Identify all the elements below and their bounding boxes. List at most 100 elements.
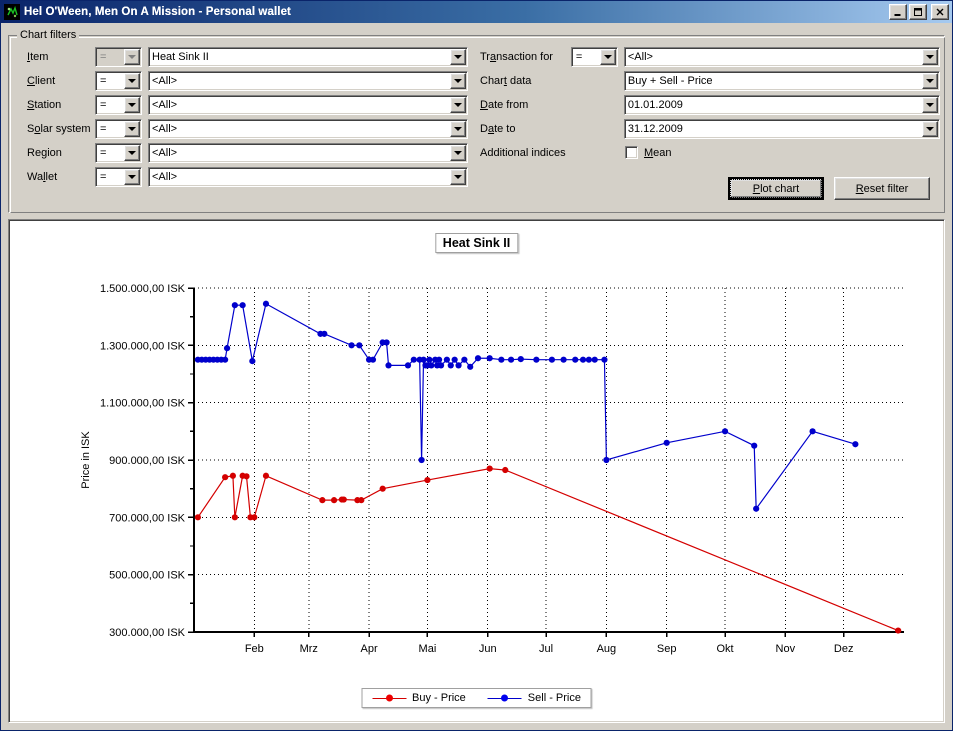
chevron-down-icon[interactable] (450, 48, 466, 65)
chart-filters-group: Chart filters Item = Heat Sink II Client… (8, 29, 945, 213)
svg-text:500.000,00 ISK: 500.000,00 ISK (109, 570, 186, 582)
chevron-down-icon[interactable] (450, 144, 466, 161)
maximize-button[interactable] (909, 4, 927, 20)
filter-row-solar-system: Solar system = <All> (27, 118, 468, 139)
svg-text:Nov: Nov (776, 643, 796, 655)
svg-text:900.000,00 ISK: 900.000,00 ISK (109, 455, 186, 467)
value-select-item[interactable]: Heat Sink II (148, 46, 468, 67)
app-icon (4, 4, 20, 20)
value-select-station[interactable]: <All> (148, 94, 468, 115)
operator-select-client[interactable]: = (95, 70, 142, 91)
plot-chart-button[interactable]: Plot chart (728, 177, 824, 200)
reset-filter-button[interactable]: Reset filter (834, 177, 930, 200)
operator-value-wallet: = (100, 170, 107, 183)
chart-panel: 300.000,00 ISK 500.000,00 ISK 700.000,00 I… (8, 219, 945, 723)
chevron-down-icon[interactable] (124, 168, 140, 185)
mean-checkbox-row[interactable]: Mean (625, 142, 672, 163)
filter-row-region: Region = <All> (27, 142, 468, 163)
operator-select-station[interactable]: = (95, 94, 142, 115)
svg-text:Mrz: Mrz (300, 643, 318, 655)
plot-chart-label: Plot chart (730, 179, 822, 198)
svg-text:300.000,00 ISK: 300.000,00 ISK (109, 627, 186, 639)
value-text-item: Heat Sink II (152, 50, 209, 63)
app-window: Hel O'Ween, Men On A Mission - Personal … (0, 0, 953, 731)
chevron-down-icon[interactable] (922, 72, 938, 89)
filter-label-date-from: Date from (480, 98, 529, 111)
chevron-down-icon[interactable] (450, 96, 466, 113)
value-select-transaction-for[interactable]: <All> (623, 46, 940, 67)
price-chart: 300.000,00 ISK 500.000,00 ISK 700.000,00 I… (80, 283, 904, 655)
value-text-region: <All> (152, 146, 178, 159)
value-select-region[interactable]: <All> (148, 142, 468, 163)
filter-label-station: Station (27, 98, 62, 111)
close-button[interactable] (931, 4, 949, 20)
chevron-down-icon[interactable] (124, 48, 140, 65)
operator-select-solar-system[interactable]: = (95, 118, 142, 139)
svg-text:Jun: Jun (479, 643, 497, 655)
legend-swatch-sell (487, 694, 522, 703)
client-area: Chart filters Item = Heat Sink II Client… (1, 23, 952, 730)
window-controls (889, 4, 950, 20)
chevron-down-icon[interactable] (922, 48, 938, 65)
operator-select-transaction-for[interactable]: = (570, 46, 618, 67)
date-from-value: 01.01.2009 (627, 98, 683, 111)
value-text-station: <All> (152, 98, 178, 111)
filter-row-item: Item = Heat Sink II (27, 46, 468, 67)
filter-row-wallet: Wallet = <All> (27, 166, 468, 187)
operator-select-wallet[interactable]: = (95, 166, 142, 187)
value-text-solar-system: <All> (152, 122, 178, 135)
legend-label-buy: Buy - Price (412, 692, 466, 704)
operator-select-item[interactable]: = (95, 46, 142, 67)
filter-label-item: Item (27, 50, 49, 63)
chevron-down-icon[interactable] (450, 72, 466, 89)
filter-label-region: Region (27, 146, 62, 159)
svg-text:Apr: Apr (361, 643, 378, 655)
chart-filters-label: Chart filters (17, 29, 80, 41)
chevron-down-icon[interactable] (124, 72, 140, 89)
operator-value-region: = (100, 146, 107, 159)
chevron-down-icon[interactable] (922, 96, 938, 113)
chevron-down-icon[interactable] (124, 144, 140, 161)
legend-item-sell: Sell - Price (487, 692, 581, 704)
filter-row-additional-indices: Additional indices Mean (480, 142, 940, 163)
filter-label-wallet: Wallet (27, 170, 58, 183)
svg-text:Feb: Feb (245, 643, 264, 655)
value-select-solar-system[interactable]: <All> (148, 118, 468, 139)
filter-row-date-from: Date from 01.01.2009 (480, 94, 940, 115)
value-select-chart-data[interactable]: Buy + Sell - Price (623, 70, 940, 91)
date-to-input[interactable]: 31.12.2009 (623, 118, 940, 139)
date-to-value: 31.12.2009 (627, 122, 683, 135)
title-bar: Hel O'Ween, Men On A Mission - Personal … (1, 1, 952, 23)
filter-row-date-to: Date to 31.12.2009 (480, 118, 940, 139)
filter-label-solar-system: Solar system (27, 122, 91, 135)
filter-buttons: Plot chart Reset filter (728, 177, 930, 200)
svg-text:Okt: Okt (716, 643, 733, 655)
chart-title: Heat Sink II (434, 233, 519, 253)
svg-text:Mai: Mai (419, 643, 437, 655)
operator-value-solar-system: = (100, 122, 107, 135)
svg-text:Jul: Jul (539, 643, 553, 655)
minimize-button[interactable] (889, 4, 907, 20)
chevron-down-icon[interactable] (124, 96, 140, 113)
filter-label-chart-data: Chart data (480, 74, 532, 87)
value-select-wallet[interactable]: <All> (148, 166, 468, 187)
chevron-down-icon[interactable] (124, 120, 140, 137)
mean-checkbox[interactable] (625, 146, 638, 159)
value-select-client[interactable]: <All> (148, 70, 468, 91)
chart-legend: Buy - Price Sell - Price (361, 688, 592, 708)
chevron-down-icon[interactable] (922, 120, 938, 137)
date-from-input[interactable]: 01.01.2009 (623, 94, 940, 115)
filter-row-station: Station = <All> (27, 94, 468, 115)
window-title: Hel O'Ween, Men On A Mission - Personal … (24, 6, 291, 18)
chevron-down-icon[interactable] (450, 120, 466, 137)
legend-label-sell: Sell - Price (527, 692, 581, 704)
chevron-down-icon[interactable] (599, 48, 616, 65)
value-text-chart-data: Buy + Sell - Price (627, 74, 713, 87)
chevron-down-icon[interactable] (450, 168, 466, 185)
operator-select-region[interactable]: = (95, 142, 142, 163)
value-text-transaction-for: <All> (627, 50, 653, 63)
legend-swatch-buy (372, 694, 407, 703)
filter-label-transaction-for: Transaction for (480, 50, 553, 63)
filter-label-date-to: Date to (480, 122, 516, 135)
svg-text:1.100.000,00 ISK: 1.100.000,00 ISK (100, 398, 186, 410)
